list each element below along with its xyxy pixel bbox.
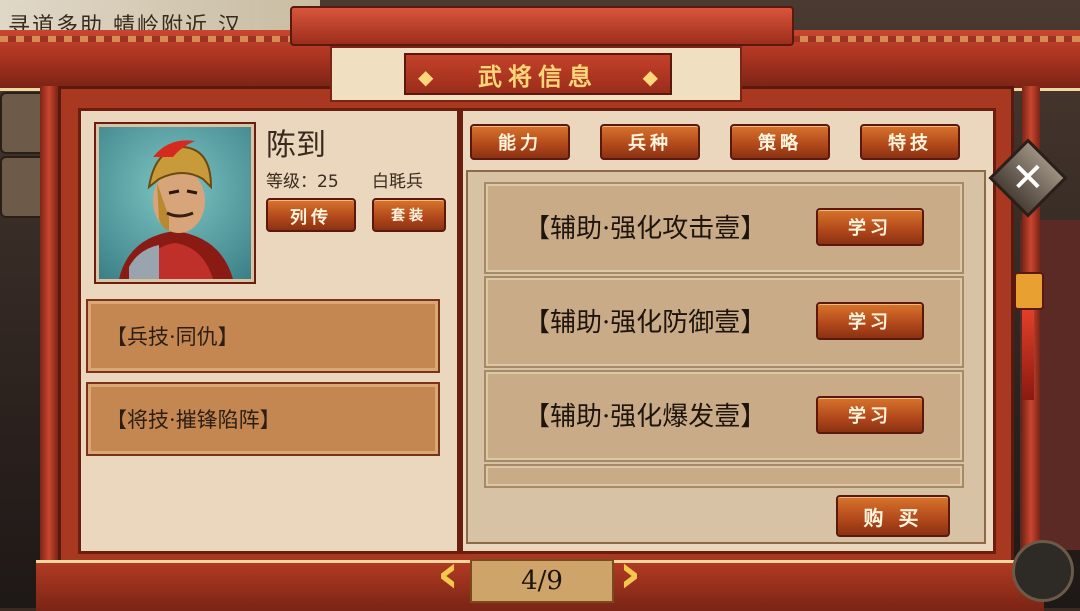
tab-strategy[interactable]: 策略 <box>730 124 830 160</box>
biography-button[interactable]: 列传 <box>266 198 356 232</box>
special-skill-row-partial <box>484 464 964 488</box>
general-troop-type: 白毦兵 <box>372 172 423 192</box>
chevron-right-icon[interactable]: › <box>612 547 648 601</box>
general-skill-box[interactable]: 【将技·摧锋陷阵】 <box>86 382 440 456</box>
learn-button[interactable]: 学习 <box>816 302 924 340</box>
title-plaque: ◆ 武将信息 ◆ <box>330 46 742 102</box>
page-indicator: 4/9 <box>470 559 614 603</box>
title-banner: ◆ 武将信息 ◆ <box>404 53 672 95</box>
menu-grid-icon[interactable] <box>1012 540 1074 602</box>
roof-top <box>290 6 794 46</box>
special-skill-name: 【辅助·强化攻击壹】 <box>524 214 767 244</box>
lantern-icon <box>1014 272 1044 310</box>
general-name: 陈到 <box>266 128 326 163</box>
tab-ability[interactable]: 能力 <box>470 124 570 160</box>
special-skill-row: 【辅助·强化防御壹】 学习 <box>484 276 964 368</box>
learn-button[interactable]: 学习 <box>816 208 924 246</box>
general-level: 等级：25 <box>266 172 339 192</box>
buy-button[interactable]: 购 买 <box>836 495 950 537</box>
left-pillar <box>40 86 58 576</box>
learn-button[interactable]: 学习 <box>816 396 924 434</box>
special-skill-name: 【辅助·强化爆发壹】 <box>524 402 767 432</box>
window-title: 武将信息 <box>478 61 598 91</box>
tassel-decoration <box>1022 310 1034 400</box>
title-ornament-right-icon: ◆ <box>642 65 658 89</box>
equipment-set-button[interactable]: 套装 <box>372 198 446 232</box>
special-skill-row: 【辅助·强化攻击壹】 学习 <box>484 182 964 274</box>
title-ornament-left-icon: ◆ <box>418 65 434 89</box>
special-skill-name: 【辅助·强化防御壹】 <box>524 308 767 338</box>
close-icon: ✕ <box>1011 154 1045 201</box>
chevron-left-icon[interactable]: ‹ <box>430 547 466 601</box>
tab-troop-type[interactable]: 兵种 <box>600 124 700 160</box>
tab-special-skills[interactable]: 特技 <box>860 124 960 160</box>
special-skill-row: 【辅助·强化爆发壹】 学习 <box>484 370 964 462</box>
troop-skill-box[interactable]: 【兵技·同仇】 <box>86 299 440 373</box>
general-portrait <box>94 122 256 284</box>
